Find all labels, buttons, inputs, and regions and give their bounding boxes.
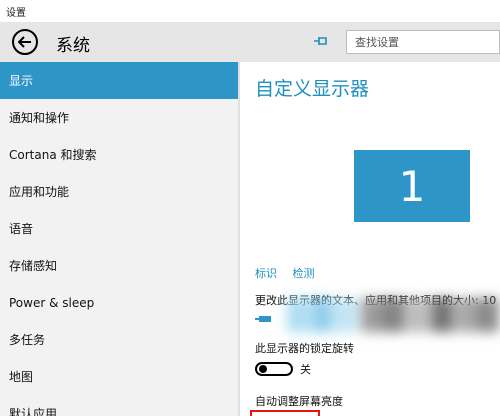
auto-brightness-label: 自动调整屏幕亮度 — [255, 395, 343, 408]
sidebar-item-default-apps[interactable]: 默认应用 — [0, 395, 238, 416]
sidebar-item-display[interactable]: 显示 — [0, 62, 238, 99]
sidebar-item-cortana[interactable]: Cortana 和搜索 — [0, 136, 238, 173]
sidebar-item-maps[interactable]: 地图 — [0, 358, 238, 395]
sidebar-item-notifications[interactable]: 通知和操作 — [0, 99, 238, 136]
window-title: 设置 — [6, 8, 26, 19]
pin-icon[interactable] — [312, 32, 330, 50]
header-bar: 系统 — [0, 22, 500, 62]
sidebar-item-speech[interactable]: 语音 — [0, 210, 238, 247]
page-title: 自定义显示器 — [255, 78, 370, 100]
identify-link[interactable]: 标识 — [255, 267, 277, 280]
toggle-state-label: 关 — [300, 363, 311, 376]
title-bar: 设置 — [0, 0, 500, 22]
search-input[interactable] — [347, 31, 499, 54]
sidebar-item-multitasking[interactable]: 多任务 — [0, 321, 238, 358]
toggle-knob — [259, 365, 267, 373]
sidebar: 显示 通知和操作 Cortana 和搜索 应用和功能 语音 存储感知 Power… — [0, 62, 238, 416]
detect-link[interactable]: 检测 — [293, 267, 315, 280]
search-box[interactable] — [346, 30, 500, 54]
rotation-lock-label: 此显示器的锁定旋转 — [255, 342, 354, 355]
rotation-lock-toggle[interactable] — [255, 362, 293, 376]
blurred-watermark — [283, 290, 500, 342]
sidebar-item-power-sleep[interactable]: Power & sleep — [0, 284, 238, 321]
highlight-box — [250, 410, 320, 416]
monitor-links: 标识 检测 — [255, 265, 327, 281]
monitor-number: 1 — [398, 161, 426, 211]
sidebar-item-apps[interactable]: 应用和功能 — [0, 173, 238, 210]
arrow-left-icon — [18, 36, 31, 48]
section-title: 系统 — [56, 36, 90, 56]
main-content: 自定义显示器 1 标识 检测 更改此显示器的文本、应用和其他项目的大小: 10 … — [240, 62, 500, 416]
slider-thumb[interactable] — [259, 316, 271, 322]
monitor-tile[interactable]: 1 — [354, 150, 470, 222]
sidebar-item-storage[interactable]: 存储感知 — [0, 247, 238, 284]
back-button[interactable] — [12, 29, 38, 55]
